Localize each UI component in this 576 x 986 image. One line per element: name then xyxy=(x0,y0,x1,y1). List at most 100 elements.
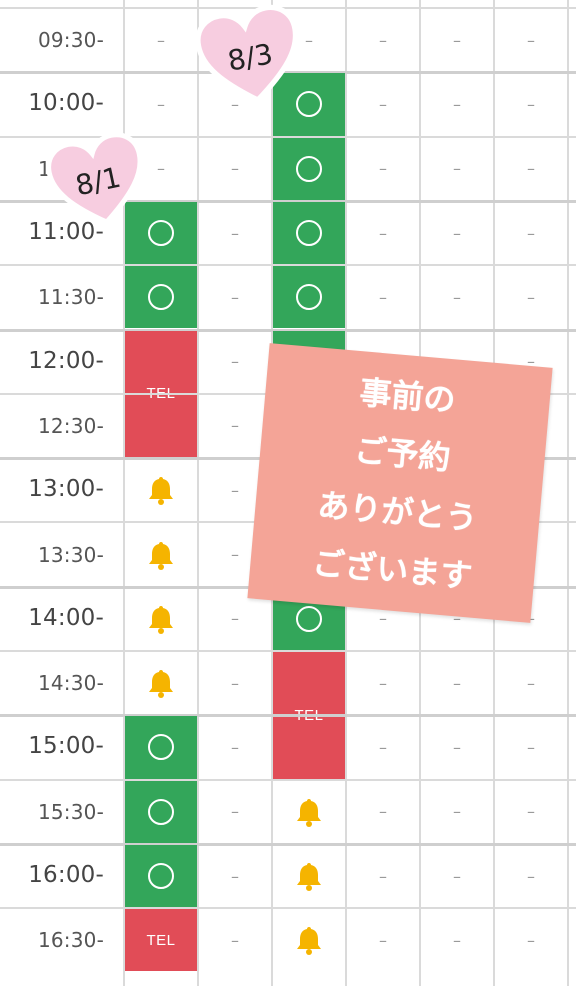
slot-unavailable: – xyxy=(199,845,271,907)
slot-unavailable: – xyxy=(199,781,271,843)
time-slot-label: 12:00- xyxy=(28,347,104,374)
dash-mark: – xyxy=(527,802,535,822)
slot-available[interactable] xyxy=(125,716,197,779)
circle-icon xyxy=(296,284,322,311)
slot-waitlist[interactable] xyxy=(125,523,197,585)
dash-mark: – xyxy=(453,223,461,243)
slot-unavailable: – xyxy=(495,781,567,843)
slot-unavailable: – xyxy=(421,781,493,843)
time-slot-label: 16:30- xyxy=(37,928,104,953)
bell-icon xyxy=(149,605,173,634)
slot-unavailable: – xyxy=(421,266,493,328)
circle-icon xyxy=(296,155,322,182)
dash-mark: – xyxy=(379,609,387,629)
slot-unavailable: – xyxy=(495,138,567,200)
dash-mark: – xyxy=(231,930,239,950)
time-slot-label: 14:30- xyxy=(37,671,104,696)
slot-unavailable: – xyxy=(495,202,567,264)
time-slot-label: 11:30- xyxy=(37,285,104,310)
time-slot-label: 13:30- xyxy=(37,542,104,567)
dash-mark: – xyxy=(231,737,239,757)
slot-unavailable: – xyxy=(421,202,493,264)
dash-mark: – xyxy=(453,159,461,179)
circle-icon xyxy=(296,605,322,632)
slot-unavailable: – xyxy=(347,652,419,714)
bell-icon xyxy=(149,477,173,506)
dash-mark: – xyxy=(527,673,535,693)
dash-mark: – xyxy=(231,159,239,179)
slot-unavailable: – xyxy=(421,845,493,907)
bell-icon xyxy=(297,927,321,956)
dash-mark: – xyxy=(453,30,461,50)
slot-unavailable: – xyxy=(347,138,419,200)
slot-available[interactable] xyxy=(125,266,197,329)
slot-unavailable: – xyxy=(199,331,271,393)
slot-available[interactable] xyxy=(125,844,197,908)
slot-available[interactable] xyxy=(125,780,197,843)
slot-unavailable: – xyxy=(199,266,271,328)
slot-waitlist[interactable] xyxy=(125,652,197,714)
slot-unavailable: – xyxy=(347,202,419,264)
dash-mark: – xyxy=(157,30,165,50)
dash-mark: – xyxy=(453,930,461,950)
slot-available[interactable] xyxy=(273,266,345,329)
slot-unavailable: – xyxy=(347,9,419,71)
bell-icon xyxy=(297,798,321,827)
dash-mark: – xyxy=(379,159,387,179)
slot-unavailable: – xyxy=(421,652,493,714)
tel-label: TEL xyxy=(146,931,176,949)
slot-available[interactable] xyxy=(273,137,345,200)
slot-waitlist[interactable] xyxy=(125,588,197,650)
dash-mark: – xyxy=(305,30,313,50)
dash-mark: – xyxy=(231,287,239,307)
slot-unavailable: – xyxy=(199,652,271,714)
time-slot-label: 16:00- xyxy=(28,862,104,889)
dash-mark: – xyxy=(231,866,239,886)
slot-waitlist[interactable] xyxy=(273,845,345,907)
slot-unavailable: – xyxy=(199,202,271,264)
time-slot-label: 15:00- xyxy=(28,733,104,760)
slot-unavailable: – xyxy=(421,73,493,135)
slot-unavailable: – xyxy=(495,266,567,328)
dash-mark: – xyxy=(379,673,387,693)
bell-icon xyxy=(149,541,173,570)
note-line: ご予約 xyxy=(353,430,453,478)
slot-unavailable: – xyxy=(347,845,419,907)
circle-icon xyxy=(296,220,322,247)
slot-unavailable: – xyxy=(347,266,419,328)
dash-mark: – xyxy=(527,930,535,950)
slot-unavailable: – xyxy=(199,716,271,778)
slot-waitlist[interactable] xyxy=(273,909,345,971)
dash-mark: – xyxy=(527,30,535,50)
dash-mark: – xyxy=(157,159,165,179)
slot-unavailable: – xyxy=(125,9,197,71)
circle-icon xyxy=(148,863,174,890)
dash-mark: – xyxy=(379,94,387,114)
slot-unavailable: – xyxy=(347,716,419,778)
slot-waitlist[interactable] xyxy=(273,781,345,843)
slot-waitlist[interactable] xyxy=(125,459,197,521)
dash-mark: – xyxy=(231,416,239,436)
dash-mark: – xyxy=(453,94,461,114)
time-slot-label: 12:30- xyxy=(37,413,104,438)
slot-unavailable: – xyxy=(495,716,567,778)
circle-icon xyxy=(148,734,174,761)
dash-mark: – xyxy=(379,287,387,307)
dash-mark: – xyxy=(453,802,461,822)
note-line: 事前の xyxy=(358,373,458,420)
circle-icon xyxy=(148,284,174,311)
slot-phone-only[interactable]: TEL xyxy=(125,909,197,972)
dash-mark: – xyxy=(527,223,535,243)
slot-unavailable: – xyxy=(495,73,567,135)
slot-unavailable: – xyxy=(347,781,419,843)
dash-mark: – xyxy=(527,737,535,757)
dash-mark: – xyxy=(527,94,535,114)
dash-mark: – xyxy=(453,287,461,307)
slot-available[interactable] xyxy=(273,201,345,265)
circle-icon xyxy=(148,798,174,825)
time-slot-label: 14:00- xyxy=(28,604,104,631)
slot-unavailable: – xyxy=(347,909,419,971)
dash-mark: – xyxy=(157,94,165,114)
dash-mark: – xyxy=(379,223,387,243)
dash-mark: – xyxy=(379,737,387,757)
